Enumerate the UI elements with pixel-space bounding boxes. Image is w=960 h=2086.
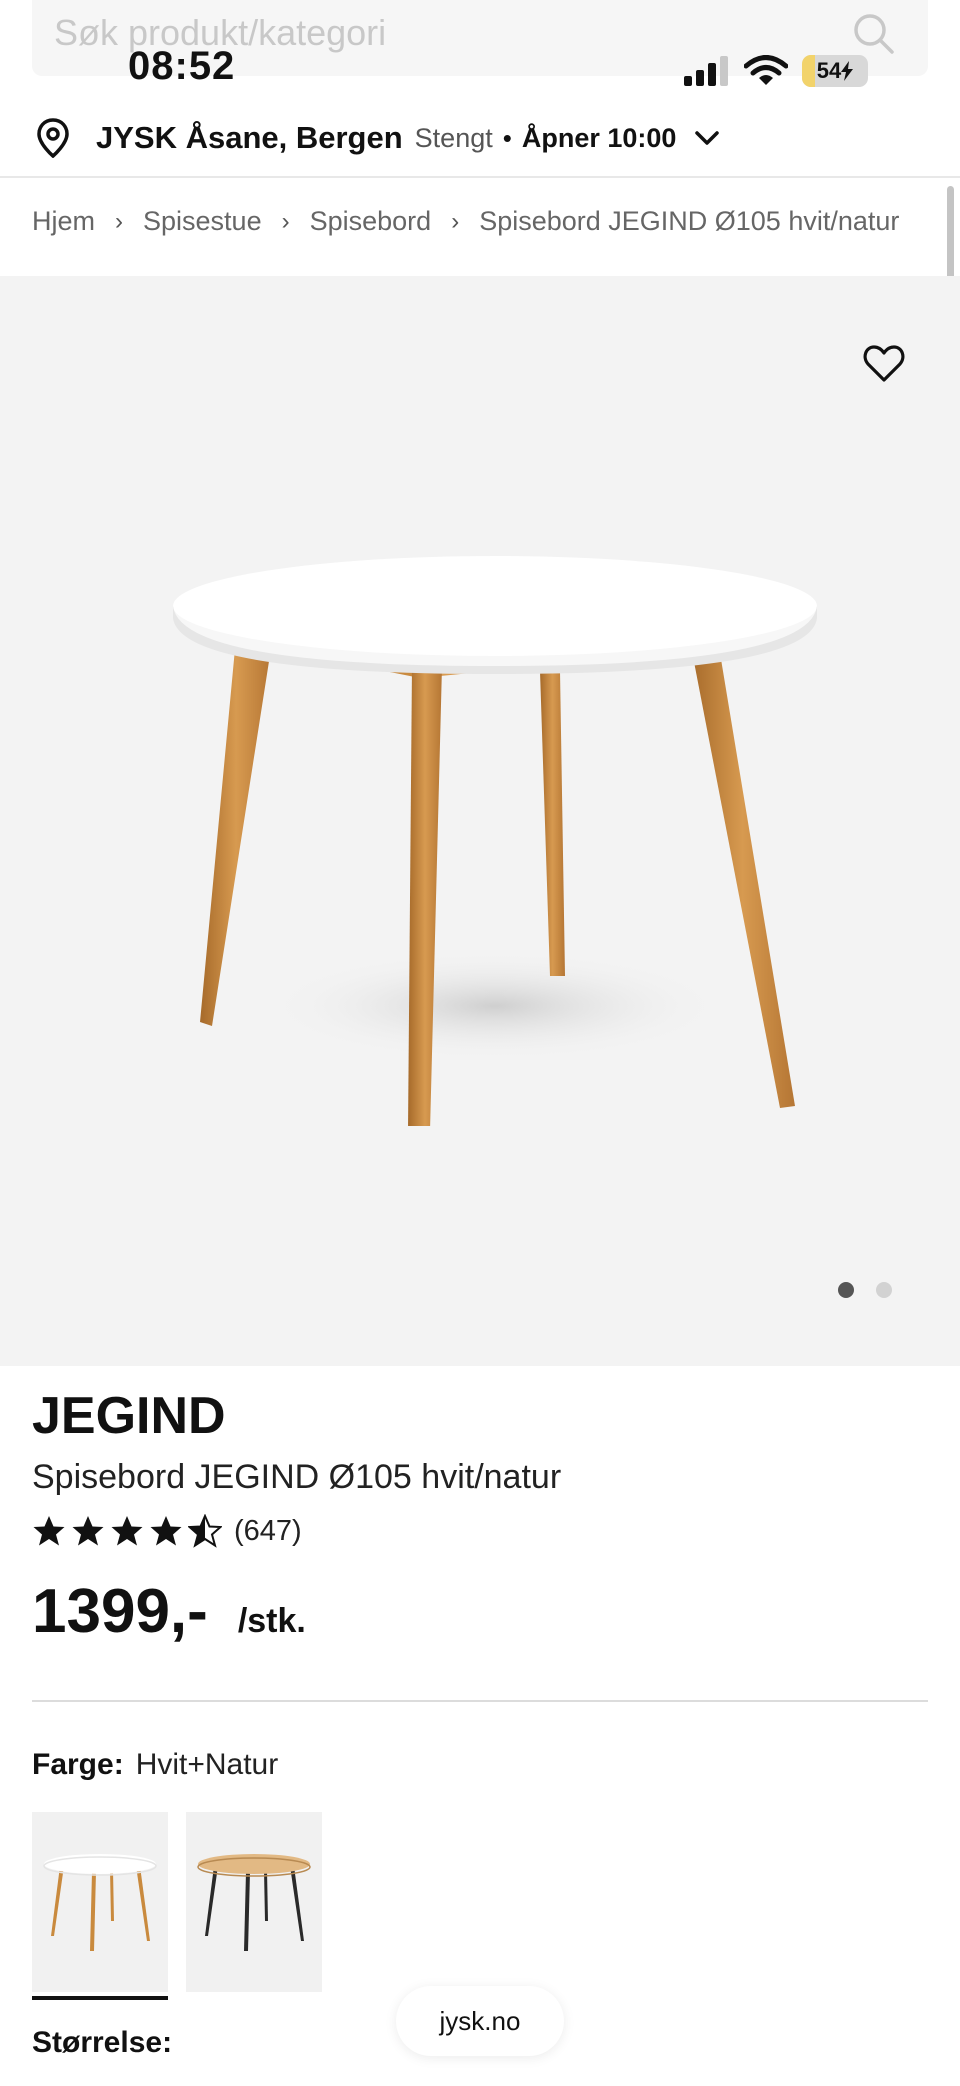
color-label: Farge:	[32, 1748, 124, 1781]
chevron-down-icon[interactable]	[694, 129, 720, 147]
battery-indicator: 54	[802, 55, 868, 87]
wifi-icon	[744, 55, 788, 85]
breadcrumb-item-dining-room[interactable]: Spisestue	[143, 206, 262, 237]
divider	[32, 1700, 928, 1702]
product-image	[173, 556, 817, 1126]
gallery-dot[interactable]	[838, 1282, 854, 1298]
rating-stars	[32, 1514, 222, 1548]
review-count[interactable]: (647)	[234, 1515, 302, 1548]
store-opening-time: Åpner 10:00	[521, 122, 677, 153]
heart-icon[interactable]	[862, 342, 906, 386]
store-name: JYSK Åsane, Bergen	[96, 120, 403, 155]
battery-fill	[802, 55, 816, 87]
product-title: Spisebord JEGIND Ø105 hvit/natur	[32, 1458, 562, 1496]
breadcrumb-item-current: Spisebord JEGIND Ø105 hvit/natur	[479, 206, 900, 236]
status-time: 08:52	[128, 44, 236, 88]
location-pin-icon	[37, 118, 69, 158]
star-icon	[33, 1516, 65, 1546]
browser-url-pill[interactable]: jysk.no	[396, 1986, 564, 2056]
product-gallery[interactable]	[0, 276, 960, 1366]
price-row: 1399,- /stk.	[32, 1576, 306, 1647]
breadcrumb-item-home[interactable]: Hjem	[32, 206, 95, 237]
star-icon	[150, 1516, 182, 1546]
swatch-white-natural[interactable]	[32, 1812, 168, 2000]
breadcrumb-separator: ›	[281, 207, 290, 235]
half-star-icon	[188, 1514, 222, 1548]
store-status: Stengt	[414, 122, 493, 153]
size-label: Størrelse:	[32, 2026, 173, 2059]
price-unit: /stk.	[237, 1602, 306, 1640]
gallery-pagination	[838, 1282, 892, 1298]
color-option: Farge: Hvit+Natur	[32, 1748, 278, 1782]
top-bar: Søk produkt/kategori 08:52 54	[0, 0, 960, 88]
swatch-image-white-natural	[43, 1854, 157, 1951]
status-icons: 54	[684, 54, 868, 88]
store-separator: •	[502, 122, 512, 153]
swatch-image-natural-black	[197, 1854, 311, 1951]
breadcrumb-item-dining-table[interactable]: Spisebord	[310, 206, 432, 237]
breadcrumb: Hjem › Spisestue › Spisebord › Spisebord…	[32, 206, 899, 237]
breadcrumb-separator: ›	[115, 207, 124, 235]
search-icon[interactable]	[850, 10, 898, 58]
swatch-natural-black[interactable]	[186, 1812, 322, 1992]
product-rating[interactable]: (647)	[32, 1514, 302, 1548]
star-icon	[72, 1516, 104, 1546]
battery-level: 54	[816, 58, 842, 83]
color-swatches	[32, 1812, 322, 2000]
charging-bolt-icon	[841, 61, 854, 81]
color-value: Hvit+Natur	[135, 1748, 279, 1781]
product-brand: JEGIND	[32, 1387, 226, 1445]
cellular-signal-icon	[684, 56, 728, 86]
breadcrumb-separator: ›	[451, 207, 460, 235]
star-icon	[111, 1516, 143, 1546]
store-selector[interactable]: JYSK Åsane, Bergen Stengt • Åpner 10:00	[0, 100, 960, 178]
gallery-dot[interactable]	[876, 1282, 892, 1298]
product-price: 1399,-	[32, 1577, 208, 1646]
